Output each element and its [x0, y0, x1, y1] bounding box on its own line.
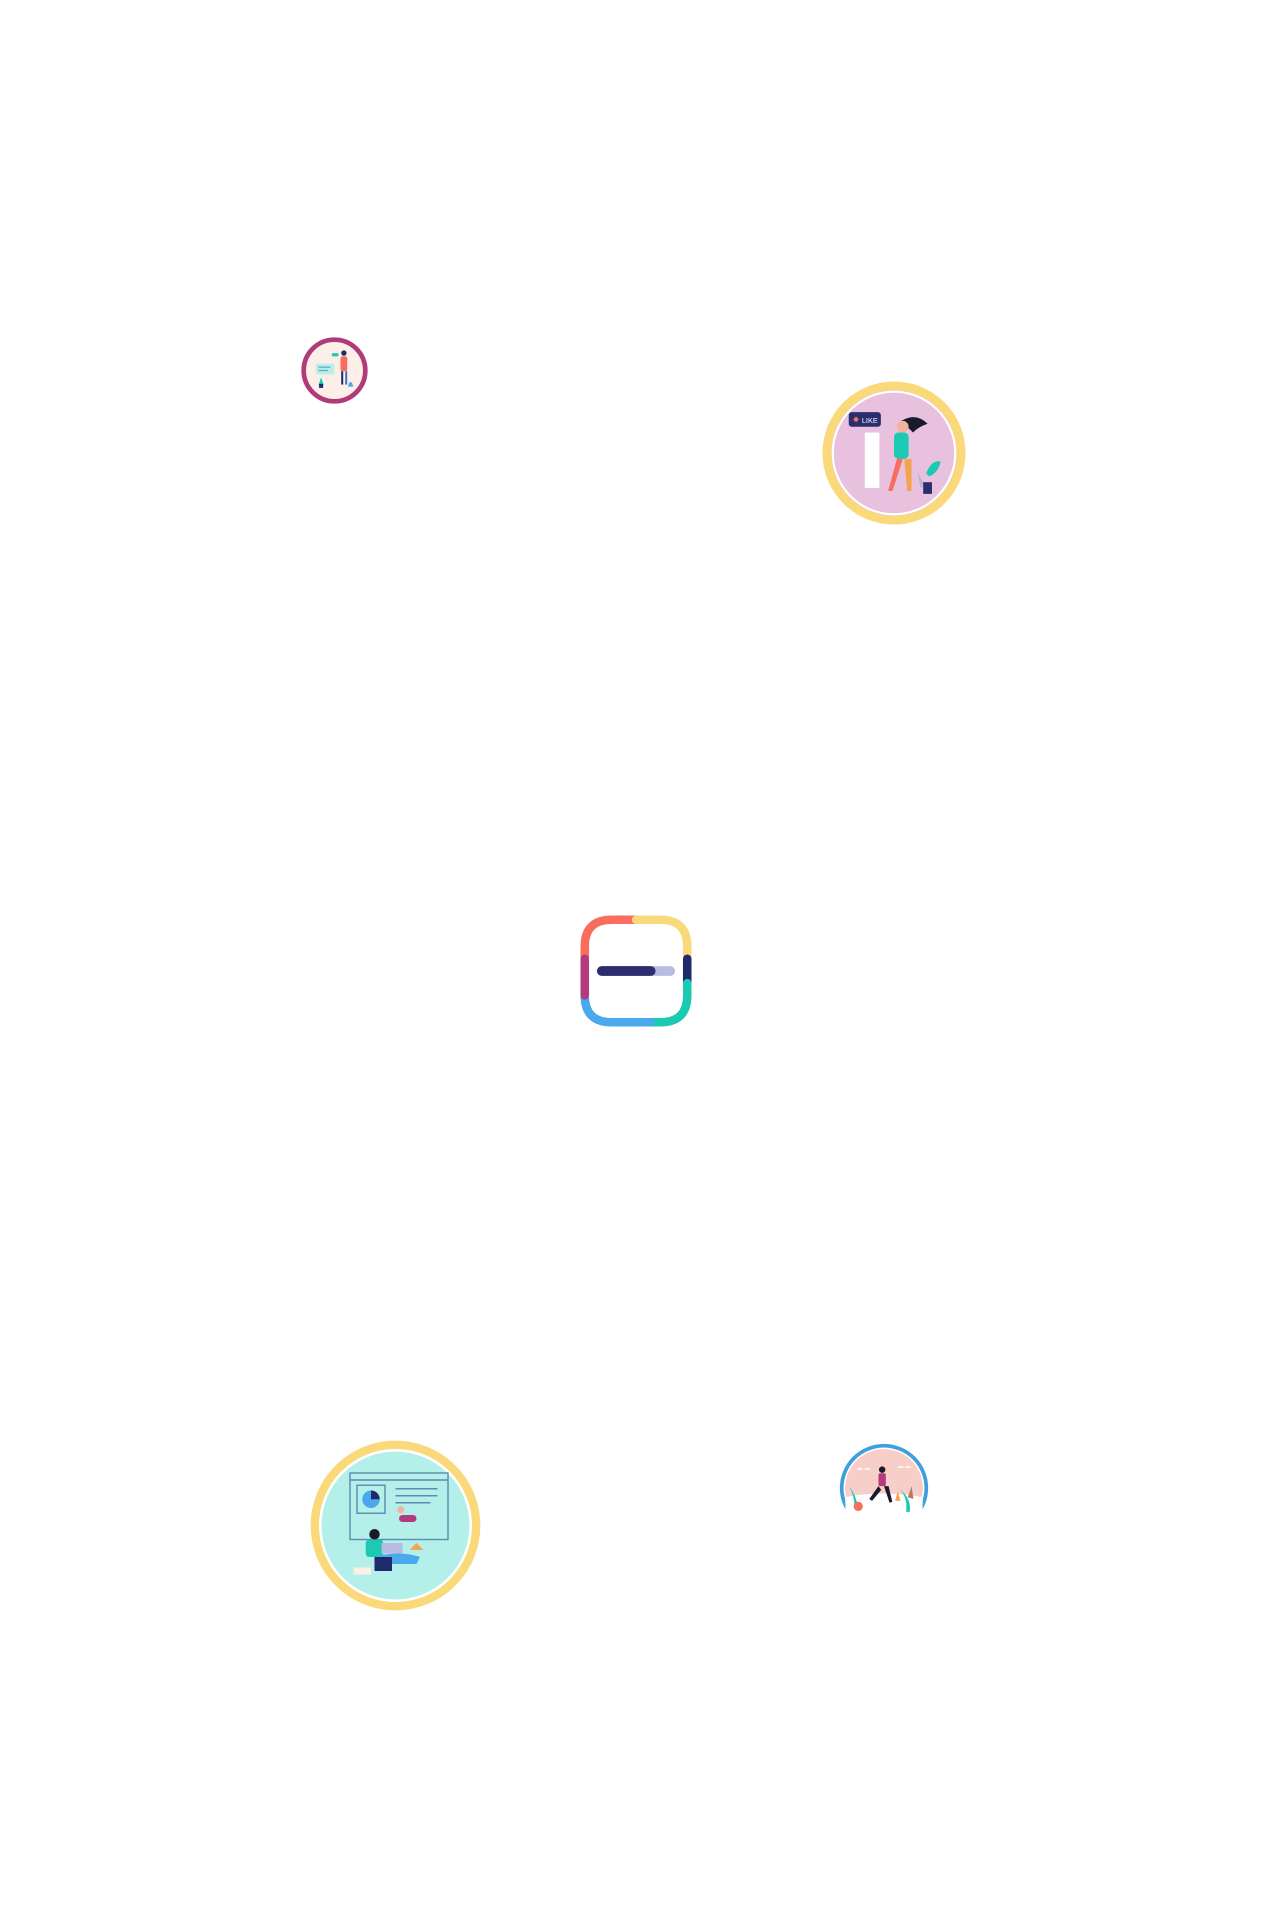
illustration-bubble-runner [838, 1442, 930, 1534]
progress-fill [596, 966, 656, 976]
loading-spinner [575, 910, 697, 1032]
like-badge-label: LIKE [862, 416, 878, 425]
illustration-bubble-like: LIKE [821, 380, 967, 526]
runner-illustration-icon [839, 1443, 929, 1534]
colorful-loading-icon [580, 915, 692, 1027]
illustration-bubble-team [301, 337, 368, 404]
woman-like-illustration-icon: LIKE [822, 381, 966, 525]
person-laptop-chart-illustration-icon [310, 1440, 481, 1611]
people-collaboration-illustration-icon [301, 337, 368, 404]
illustration-bubble-analytics [308, 1438, 483, 1613]
loading-screen: LIKE [0, 0, 1280, 1920]
